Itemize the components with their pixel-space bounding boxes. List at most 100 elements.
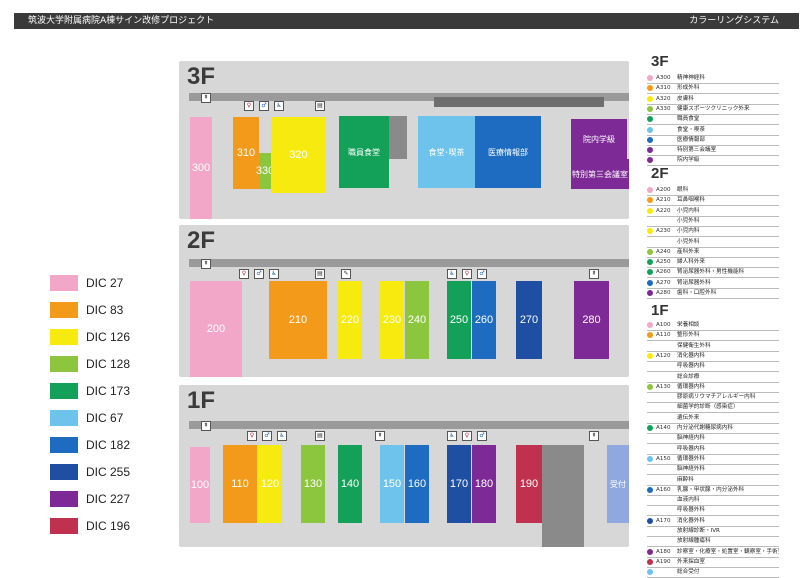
index-row: 総合受付	[647, 568, 779, 578]
index-row: A270 腎泌尿器外科	[647, 279, 779, 289]
index-department-name: 放射線腫瘍科	[677, 538, 711, 545]
room-270: 270	[516, 281, 542, 359]
index-code: A240	[656, 248, 671, 255]
index-row: 小児外科	[647, 217, 779, 227]
restroom-female-icon: ♀	[462, 269, 472, 279]
index-department-name: 乳腺・甲状腺・内分泌外科	[677, 486, 745, 493]
index-department-name: 形成外科	[677, 85, 700, 92]
floor-label-1f: 1F	[187, 387, 216, 414]
index-row: A250 婦人科外来	[647, 258, 779, 269]
index-row: 食堂・喫茶	[647, 126, 779, 136]
index-department-name: 医療情報部	[677, 136, 705, 143]
index-department-name: 呼吸器外科	[677, 507, 705, 514]
swatch-dic83	[50, 302, 78, 318]
index-floor-label-2f: 2F	[651, 165, 669, 182]
section-title: カラーリングシステム	[689, 16, 779, 26]
index-row: 脳神経外科	[647, 465, 779, 476]
color-dot-icon	[647, 147, 653, 154]
stairs-icon: ⇞	[375, 431, 385, 441]
index-row: A170 消化器外科	[647, 517, 779, 527]
floor-plan-1f: 1F ⇞ ♀ ♂ ♿ ▤ ⇞ ♿ ♀ ♂ ⇞ 100 110 120 130 1…	[179, 385, 629, 547]
wall-dining	[389, 116, 407, 159]
index-code: A260	[656, 269, 671, 276]
index-row: 放射線腫瘍科	[647, 537, 779, 548]
index-row: 特別第三会議室	[647, 146, 779, 157]
color-dot-icon	[647, 290, 653, 296]
index-row: A130 循環器内科	[647, 383, 779, 393]
accessible-restroom-icon: ♿	[447, 269, 457, 279]
index-row: A200 眼科	[647, 186, 779, 196]
index-code: A320	[656, 95, 671, 102]
color-dot-icon	[647, 248, 653, 255]
index-code: A130	[656, 383, 671, 390]
room-220: 220	[338, 281, 362, 359]
legend-label: DIC 173	[86, 384, 131, 398]
index-department-name: 院内学級	[677, 157, 700, 164]
accessible-restroom-icon: ♿	[447, 431, 457, 441]
room-120: 120	[258, 445, 282, 523]
index-row: 呼吸器内科	[647, 445, 779, 455]
room-330: 330	[256, 153, 274, 189]
index-row: A240 産科外来	[647, 248, 779, 258]
room-260: 260	[472, 281, 496, 359]
index-department-name: 栄養相談	[677, 322, 700, 328]
restroom-male-icon: ♂	[259, 101, 269, 111]
index-department-name: 呼吸器内科	[677, 445, 705, 452]
floor-label-2f: 2F	[187, 227, 216, 254]
legend-label: DIC 126	[86, 330, 131, 344]
index-row: 医療情報部	[647, 136, 779, 146]
index-row: 呼吸器内科	[647, 362, 779, 373]
index-department-name: 放射線診断・IVR	[677, 528, 720, 534]
room-medical-info: 医療情報部	[475, 116, 541, 188]
restroom-female-icon: ♀	[462, 431, 472, 441]
stairs-icon: ⇞	[201, 259, 211, 269]
index-code: A190	[656, 558, 671, 565]
index-department-name: 小児外科	[677, 217, 700, 224]
index-department-name: 総合診療	[677, 373, 700, 380]
room-210: 210	[269, 281, 327, 359]
index-row: A150 循環器外科	[647, 455, 779, 465]
index-department-name: 循環器内科	[677, 383, 705, 390]
color-dot-icon	[647, 126, 653, 133]
room-140: 140	[338, 445, 362, 523]
index-row: A320 皮膚科	[647, 95, 779, 105]
floor-label-3f: 3F	[187, 63, 216, 90]
index-row: 総合診療	[647, 373, 779, 383]
index-department-name: 保健衛生外科	[677, 342, 711, 349]
restroom-male-icon: ♂	[262, 431, 272, 441]
swatch-dic173	[50, 383, 78, 399]
room-staff-dining: 職員食堂	[339, 116, 389, 188]
stairs-icon: ⇞	[589, 269, 599, 279]
index-code: A120	[656, 352, 671, 359]
index-department-name: 遺伝外来	[677, 414, 700, 421]
index-department-name: 整形外科	[677, 332, 700, 339]
color-dot-icon	[647, 116, 653, 123]
index-department-name: 腎泌尿器外科・男性機能科	[677, 269, 745, 276]
project-title: 筑波大学附属病院A棟サイン改修プロジェクト	[28, 16, 215, 26]
elevator-icon: ▤	[315, 431, 325, 441]
swatch-dic227	[50, 491, 78, 507]
index-department-name: 小児内科	[677, 228, 700, 235]
index-floor-label-3f: 3F	[651, 53, 669, 70]
legend-item: DIC 255	[50, 464, 190, 482]
index-floor-label-1f: 1F	[651, 302, 669, 319]
index-department-name: 脳神経内科	[677, 435, 705, 442]
index-department-name: 呼吸器内科	[677, 363, 705, 370]
index-department-name: 血液内科	[677, 497, 700, 504]
stairs-icon: ⇞	[201, 421, 211, 431]
index-row: A310 形成外科	[647, 84, 779, 95]
legend-item: DIC 126	[50, 329, 190, 347]
index-row: 遺伝外来	[647, 414, 779, 424]
swatch-dic27	[50, 275, 78, 291]
legend-item: DIC 227	[50, 491, 190, 509]
color-dot-icon	[647, 322, 653, 328]
color-dot-icon	[647, 352, 653, 359]
index-row: 職員食堂	[647, 115, 779, 126]
index-department-name: 内分泌代謝糖尿病内科	[677, 425, 733, 431]
room-cafe: 食堂･喫茶	[418, 116, 475, 188]
legend-item: DIC 83	[50, 302, 190, 320]
index-department-name: 小児内科	[677, 207, 700, 214]
index-row: 呼吸器外科	[647, 506, 779, 517]
index-department-name: 産科外来	[677, 248, 700, 255]
index-row: 麻酔科	[647, 476, 779, 486]
